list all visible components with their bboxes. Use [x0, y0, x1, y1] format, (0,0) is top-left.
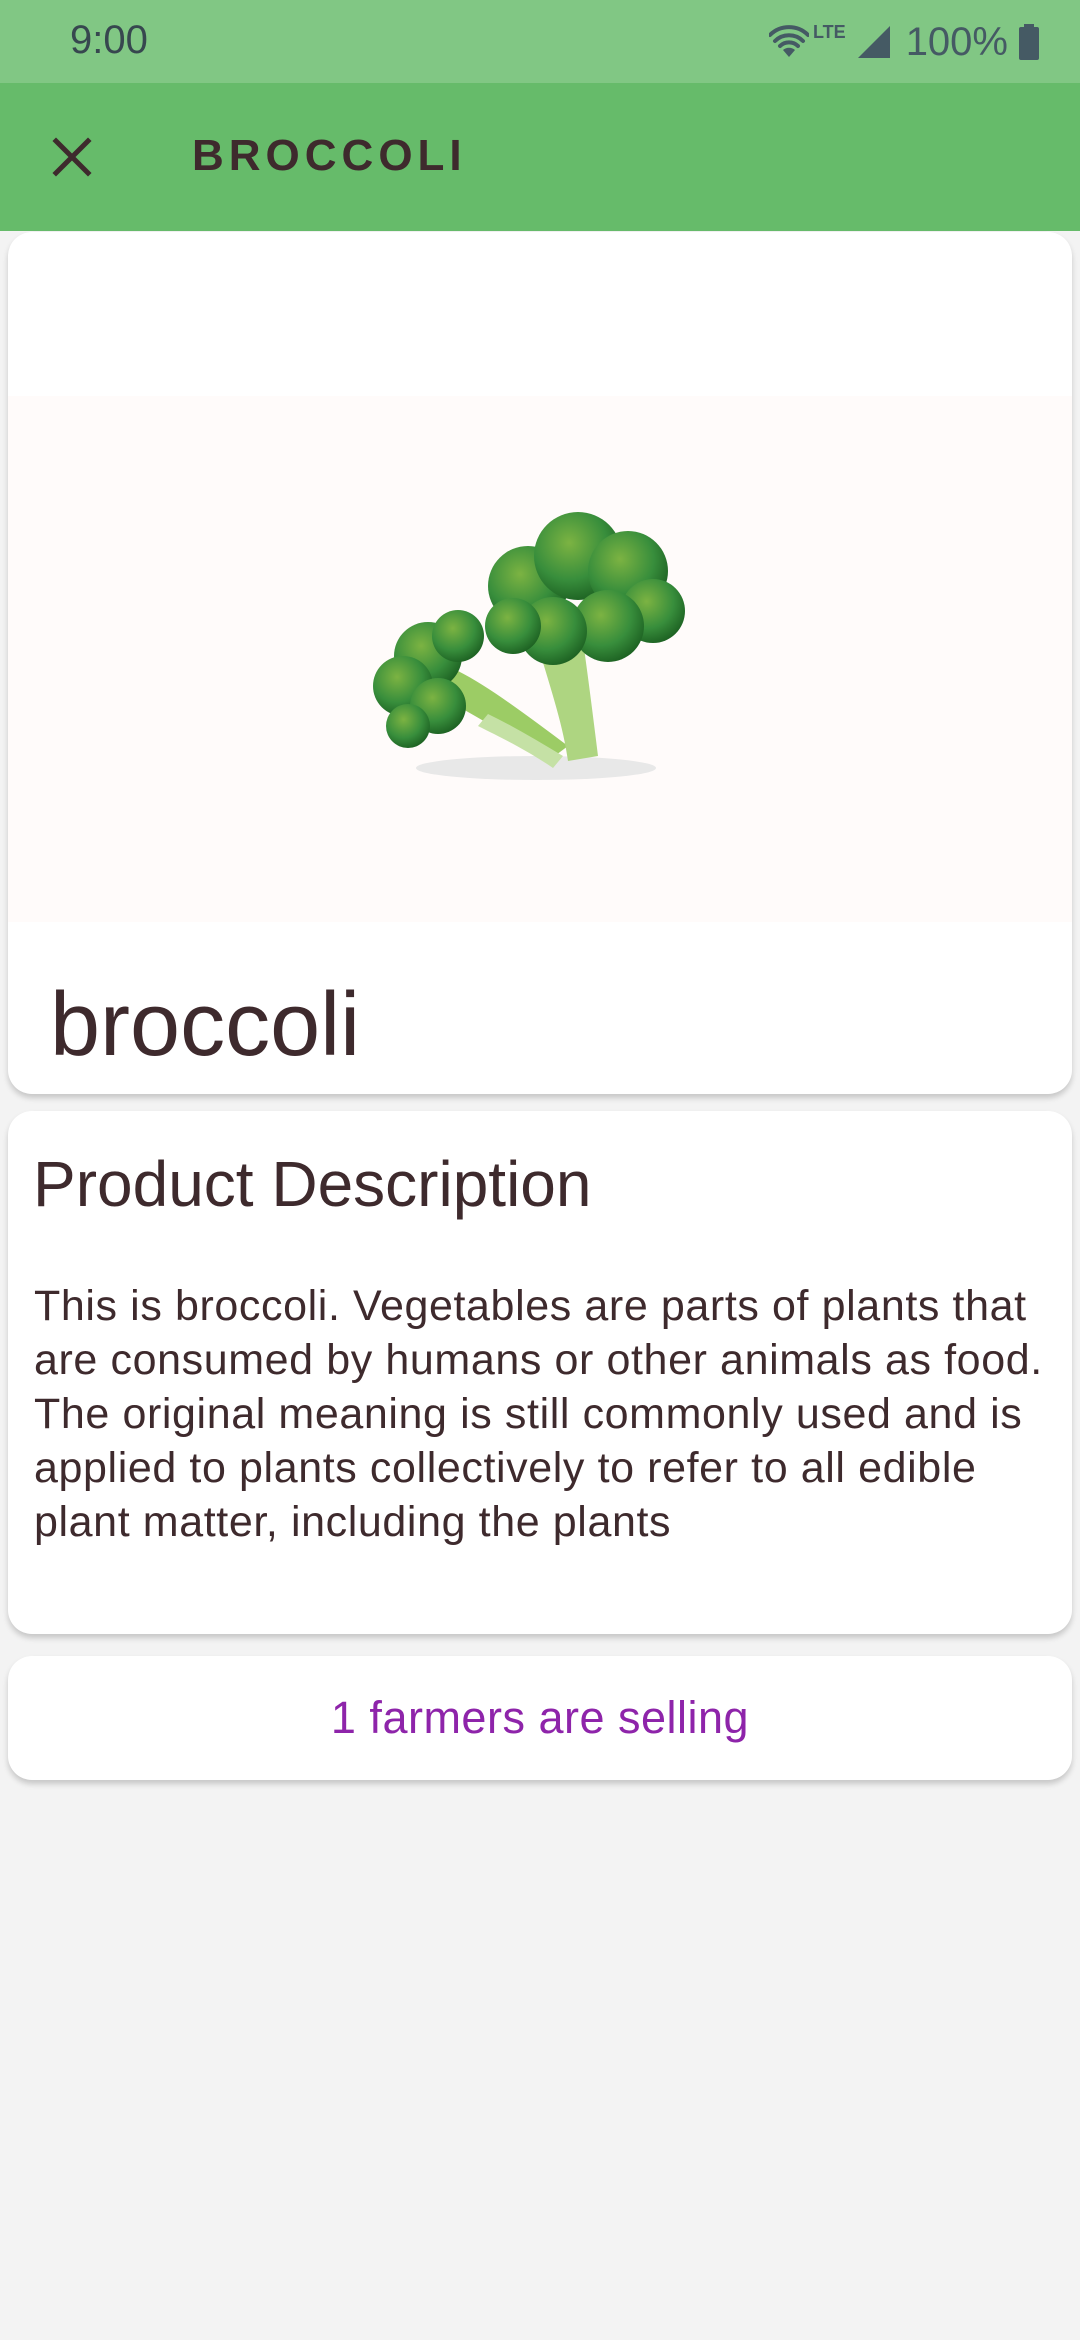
product-name: broccoli — [50, 975, 361, 1075]
description-title: Product Description — [33, 1148, 592, 1220]
signal-icon — [857, 26, 890, 58]
broccoli-image — [373, 512, 685, 780]
description-text: This is broccoli. Vegetables are parts o… — [34, 1282, 1043, 1546]
product-card: broccoli — [8, 232, 1072, 1094]
status-icons: LTE 100% — [769, 18, 1040, 66]
description-card: Product Description This is broccoli. Ve… — [8, 1111, 1072, 1634]
battery-percent: 100% — [905, 19, 1008, 64]
sellers-label: 1 farmers are selling — [330, 1692, 750, 1743]
battery-icon — [1019, 24, 1039, 60]
app-bar: BROCCOLI — [0, 83, 1080, 231]
close-icon — [52, 137, 92, 177]
wifi-icon — [769, 25, 810, 57]
lte-label: LTE — [813, 21, 846, 42]
close-button[interactable] — [40, 125, 104, 189]
status-bar: 9:00 LTE 100% — [0, 0, 1080, 83]
product-image-area — [8, 396, 1072, 922]
sellers-button[interactable]: 1 farmers are selling — [8, 1656, 1072, 1780]
page-title: BROCCOLI — [192, 131, 467, 180]
status-time: 9:00 — [70, 18, 148, 62]
